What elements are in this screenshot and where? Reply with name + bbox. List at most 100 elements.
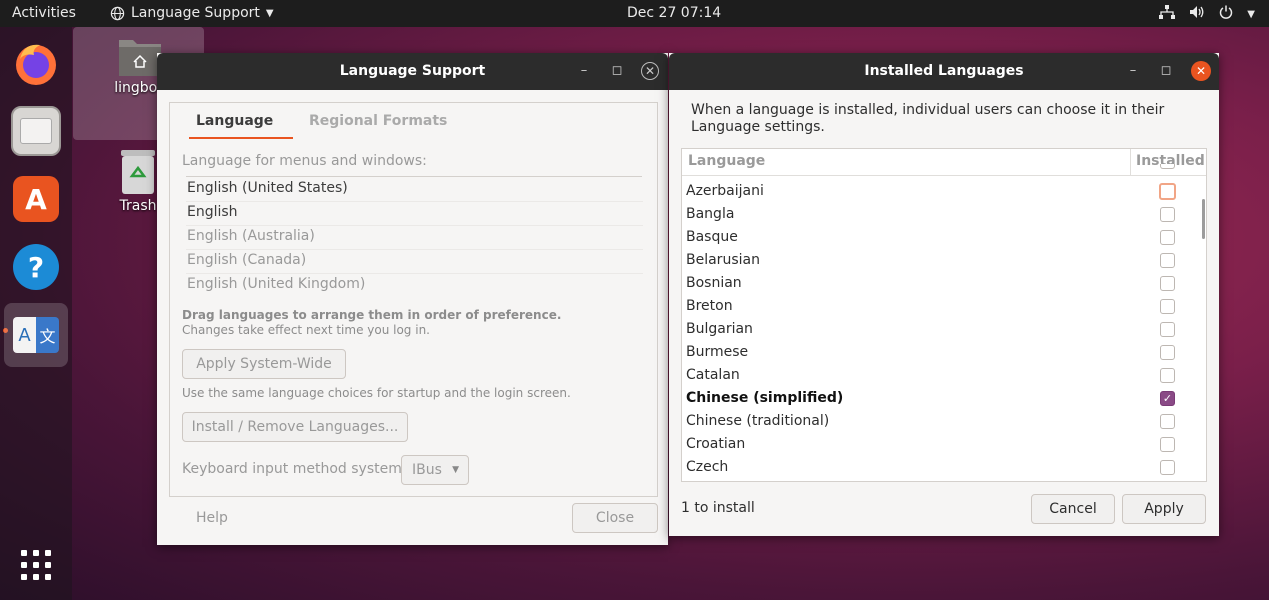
list-item[interactable]: Bulgarian: [682, 318, 1192, 341]
close-button[interactable]: Close: [572, 503, 658, 533]
close-icon[interactable]: ✕: [641, 62, 659, 80]
list-item[interactable]: Croatian: [682, 433, 1192, 456]
maximize-button[interactable]: ◻: [1157, 62, 1175, 80]
language-support-window: Language Support – ◻ ✕ Language Regional…: [157, 53, 668, 545]
keyboard-input-label: Keyboard input method system:: [182, 461, 407, 477]
language-name: Croatian: [686, 436, 746, 452]
list-item[interactable]: Catalan: [682, 364, 1192, 387]
minimize-button[interactable]: –: [575, 62, 593, 80]
chevron-down-icon[interactable]: ▼: [1247, 9, 1255, 20]
list-item[interactable]: Czech: [682, 456, 1192, 479]
installed-languages-window: Installed Languages – ◻ ✕ When a languag…: [669, 53, 1219, 536]
list-item[interactable]: Burmese: [682, 341, 1192, 364]
language-name: Bosnian: [686, 275, 742, 291]
list-item[interactable]: Belarusian: [682, 249, 1192, 272]
list-item[interactable]: Bosnian: [682, 272, 1192, 295]
intro-text: When a language is installed, individual…: [691, 102, 1165, 135]
activities-button[interactable]: Activities: [12, 5, 76, 21]
app-menu-label: Language Support: [131, 5, 260, 21]
installed-checkbox[interactable]: [1160, 368, 1175, 383]
drag-hint-secondary: Changes take effect next time you log in…: [182, 323, 430, 337]
installed-checkbox[interactable]: [1160, 299, 1175, 314]
dock: A ? A 文: [0, 27, 72, 600]
list-header: Language Installed: [682, 149, 1206, 176]
list-item[interactable]: Azerbaijani: [682, 180, 1192, 203]
column-language[interactable]: Language: [688, 153, 765, 169]
clock[interactable]: Dec 27 07:14: [627, 5, 721, 21]
language-name: Breton: [686, 298, 733, 314]
apply-system-wide-button[interactable]: Apply System-Wide: [182, 349, 346, 379]
dock-help[interactable]: ?: [10, 241, 62, 293]
globe-icon: [110, 6, 125, 20]
dock-firefox[interactable]: [10, 37, 62, 89]
installed-checkbox[interactable]: [1160, 230, 1175, 245]
tab-language[interactable]: Language: [196, 113, 273, 129]
list-item[interactable]: English (United Kingdom): [186, 273, 643, 297]
list-item[interactable]: English (Australia): [186, 225, 643, 250]
language-name: Belarusian: [686, 252, 760, 268]
installed-checkbox[interactable]: [1160, 414, 1175, 429]
language-name: Catalan: [686, 367, 740, 383]
system-tray[interactable]: ▼: [1159, 5, 1255, 23]
list-item[interactable]: Basque: [682, 226, 1192, 249]
list-item[interactable]: English (Canada): [186, 249, 643, 274]
apply-hint: Use the same language choices for startu…: [182, 386, 571, 400]
installed-checkbox[interactable]: [1160, 207, 1175, 222]
language-name: Basque: [686, 229, 738, 245]
dock-software[interactable]: A: [10, 173, 62, 225]
install-remove-languages-button[interactable]: Install / Remove Languages...: [182, 412, 408, 442]
install-status: 1 to install: [681, 500, 755, 516]
keyboard-input-select[interactable]: IBus ▼: [401, 455, 469, 485]
language-name: Chinese (simplified): [686, 390, 844, 406]
dock-show-apps[interactable]: [10, 539, 62, 591]
languages-list[interactable]: Language Installed Azerbaijani Bangla Ba…: [681, 148, 1207, 482]
minimize-button[interactable]: –: [1124, 62, 1142, 80]
app-menu[interactable]: Language Support ▼: [110, 5, 274, 21]
installed-checkbox[interactable]: [1160, 460, 1175, 475]
installed-checkbox-checked[interactable]: ✓: [1160, 391, 1175, 406]
firefox-icon: [16, 44, 56, 85]
installed-checkbox[interactable]: [1160, 276, 1175, 291]
list-item[interactable]: Breton: [682, 295, 1192, 318]
maximize-button[interactable]: ◻: [608, 62, 626, 80]
language-name: Chinese (traditional): [686, 413, 830, 429]
dock-files[interactable]: [10, 105, 62, 157]
apply-button[interactable]: Apply: [1122, 494, 1206, 524]
language-name: Czech: [686, 459, 729, 475]
scrollbar[interactable]: [1202, 199, 1205, 239]
power-icon[interactable]: [1219, 5, 1233, 23]
volume-icon[interactable]: [1189, 5, 1205, 23]
network-icon[interactable]: [1159, 5, 1176, 23]
help-button[interactable]: Help: [196, 510, 228, 526]
list-item[interactable]: English: [186, 201, 643, 226]
checkbox-partial: [1160, 164, 1175, 169]
app-grid-icon: [21, 550, 51, 580]
trash-icon: [121, 150, 155, 194]
installed-checkbox[interactable]: [1160, 345, 1175, 360]
tab-regional-formats[interactable]: Regional Formats: [309, 113, 447, 129]
cancel-button[interactable]: Cancel: [1031, 494, 1115, 524]
list-item[interactable]: Chinese (simplified) ✓: [682, 387, 1192, 410]
language-name: Bangla: [686, 206, 735, 222]
language-support-titlebar[interactable]: Language Support – ◻ ✕: [157, 53, 668, 90]
dock-language-support[interactable]: A 文: [4, 303, 68, 367]
close-icon[interactable]: ✕: [1191, 61, 1211, 81]
installed-checkbox[interactable]: [1160, 253, 1175, 268]
language-icon: A 文: [13, 317, 59, 353]
language-name: Burmese: [686, 344, 749, 360]
installed-checkbox[interactable]: [1159, 183, 1176, 200]
installed-checkbox[interactable]: [1160, 322, 1175, 337]
chevron-down-icon: ▼: [452, 465, 459, 475]
language-name: Azerbaijani: [686, 183, 764, 199]
drag-hint: Drag languages to arrange them in order …: [182, 308, 562, 322]
list-item[interactable]: English (United States): [186, 177, 643, 202]
list-item[interactable]: Bangla: [682, 203, 1192, 226]
installed-checkbox[interactable]: [1160, 437, 1175, 452]
keyboard-input-value: IBus: [412, 462, 442, 478]
installed-languages-titlebar[interactable]: Installed Languages – ◻ ✕: [669, 53, 1219, 90]
software-store-icon: A: [13, 176, 59, 222]
files-icon: [11, 106, 61, 156]
chevron-down-icon: ▼: [265, 7, 274, 19]
help-icon: ?: [13, 244, 59, 290]
list-item[interactable]: Chinese (traditional): [682, 410, 1192, 433]
